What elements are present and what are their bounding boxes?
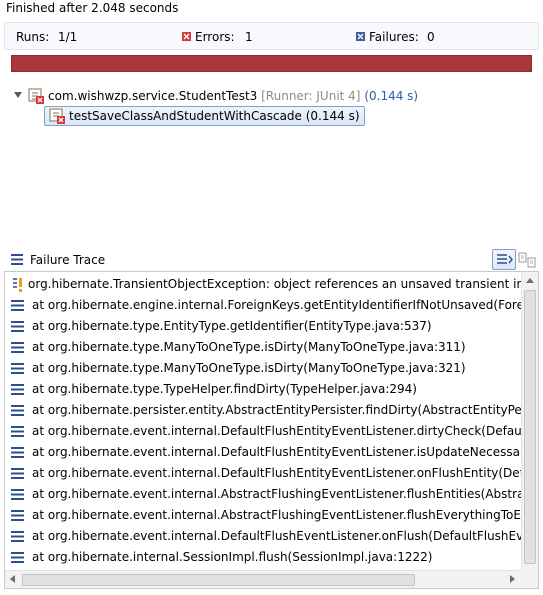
errors-label: Errors: — [195, 30, 235, 44]
stack-frame-icon — [11, 321, 24, 332]
trace-line-text: at org.hibernate.event.internal.Abstract… — [32, 487, 521, 501]
trace-line-text: at org.hibernate.event.internal.DefaultF… — [32, 529, 521, 543]
scroll-left-arrow-icon[interactable] — [10, 575, 15, 583]
stack-frame-icon — [11, 510, 24, 521]
runs-value: 1/1 — [58, 30, 78, 44]
failures-value: 0 — [427, 30, 435, 44]
failure-trace-view[interactable]: org.hibernate.TransientObjectException: … — [4, 271, 539, 589]
test-error-icon — [49, 108, 65, 124]
trace-line-text: at org.hibernate.event.internal.DefaultF… — [32, 466, 521, 480]
trace-lines: org.hibernate.TransientObjectException: … — [5, 272, 521, 570]
exception-icon — [13, 278, 22, 292]
trace-line-text: at org.hibernate.event.internal.DefaultF… — [32, 445, 521, 459]
scroll-corner — [521, 570, 538, 588]
stack-frame-icon — [11, 363, 24, 374]
trace-line-text: at org.hibernate.type.TypeHelper.findDir… — [32, 382, 417, 396]
stack-frame-icon — [11, 552, 24, 563]
tree-item-test[interactable]: testSaveClassAndStudentWithCascade (0.14… — [44, 106, 365, 126]
trace-line-text: at org.hibernate.persister.entity.Abstra… — [32, 403, 521, 417]
expand-chevron-icon[interactable] — [14, 92, 22, 98]
stack-frame-icon — [11, 468, 24, 479]
vertical-scrollbar[interactable] — [521, 272, 538, 570]
tree-item-suite[interactable]: com.wishwzp.service.StudentTest3 [Runner… — [14, 87, 418, 105]
vertical-scroll-thumb[interactable] — [524, 290, 536, 564]
horizontal-scrollbar[interactable] — [5, 570, 521, 588]
status-message: Finished after 2.048 seconds — [6, 1, 179, 15]
failure-trace-header: Failure Trace — [0, 249, 543, 271]
test-label: testSaveClassAndStudentWithCascade (0.14… — [69, 109, 360, 123]
trace-line-text: at org.hibernate.type.ManyToOneType.isDi… — [32, 340, 466, 354]
trace-line-text: at org.hibernate.type.ManyToOneType.isDi… — [32, 361, 466, 375]
trace-line-text: at org.hibernate.engine.internal.Foreign… — [32, 298, 521, 312]
failure-trace-icon — [11, 254, 23, 265]
filter-stack-icon — [497, 254, 513, 264]
stack-frame-icon — [11, 342, 24, 353]
stack-frame-icon — [11, 447, 24, 458]
trace-line-text: at org.hibernate.event.internal.DefaultF… — [32, 424, 521, 438]
trace-line-text: at org.hibernate.event.internal.Abstract… — [32, 508, 521, 522]
trace-line-text: org.hibernate.TransientObjectException: … — [28, 277, 521, 291]
failures-label: Failures: — [369, 30, 419, 44]
error-icon — [182, 32, 191, 41]
stack-frame-icon — [11, 426, 24, 437]
scroll-right-arrow-icon[interactable] — [510, 575, 515, 583]
compare-icon[interactable] — [518, 251, 536, 269]
test-suite-error-icon — [28, 88, 44, 104]
stack-frame-icon — [11, 300, 24, 311]
suite-runner: [Runner: JUnit 4] — [261, 89, 361, 103]
runs-label: Runs: — [16, 30, 50, 44]
suite-time: (0.144 s) — [364, 89, 419, 103]
trace-line-text: at org.hibernate.type.EntityType.getIden… — [32, 319, 432, 333]
suite-name: com.wishwzp.service.StudentTest3 — [48, 89, 258, 103]
filter-stack-button[interactable] — [492, 249, 516, 270]
horizontal-scroll-thumb[interactable] — [22, 574, 415, 586]
stack-frame-icon — [11, 405, 24, 416]
errors-value: 1 — [245, 30, 253, 44]
stack-frame-icon — [11, 531, 24, 542]
failure-icon — [356, 32, 365, 41]
scroll-up-arrow-icon[interactable] — [526, 278, 534, 283]
trace-line-text: at org.hibernate.internal.SessionImpl.fl… — [32, 550, 433, 564]
stack-frame-icon — [11, 384, 24, 395]
failure-trace-title: Failure Trace — [30, 253, 106, 267]
progress-bar — [11, 55, 532, 72]
test-counters: Runs: 1/1 Errors: 1 Failures: 0 — [4, 22, 539, 50]
test-tree[interactable]: com.wishwzp.service.StudentTest3 [Runner… — [0, 86, 543, 236]
stack-frame-icon — [11, 489, 24, 500]
